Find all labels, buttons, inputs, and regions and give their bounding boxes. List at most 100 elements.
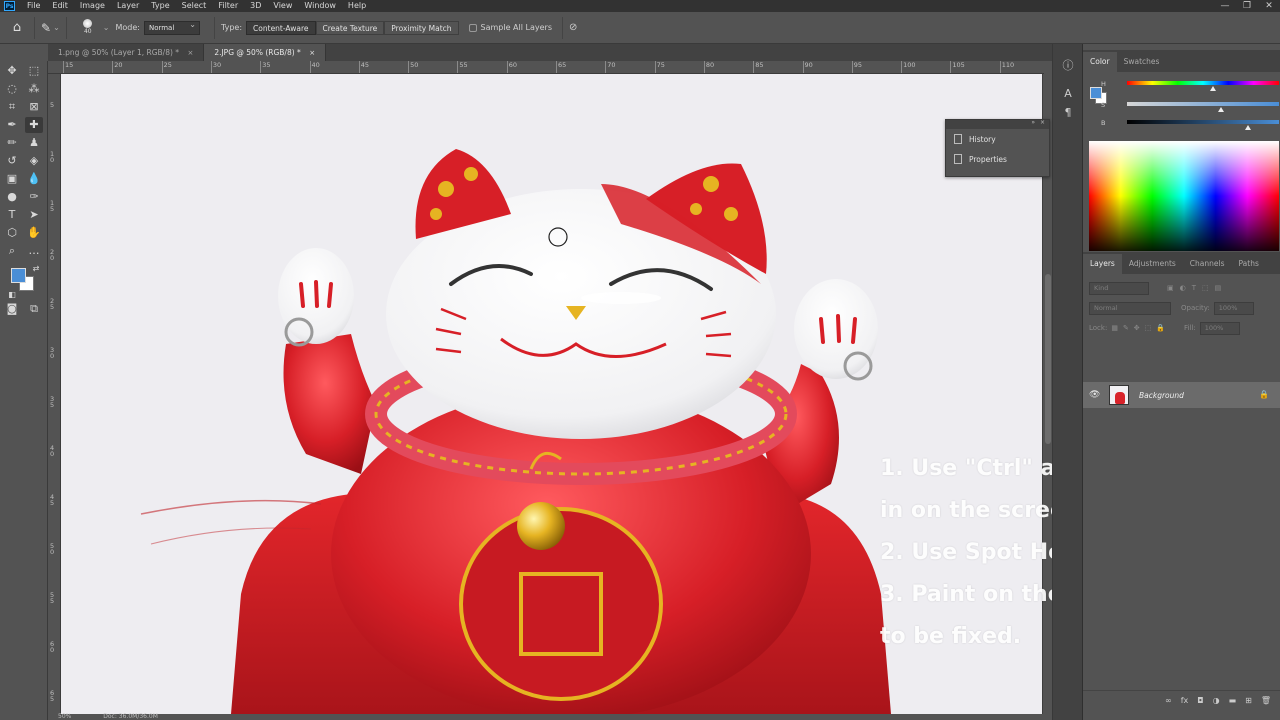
hue-slider[interactable]: H [1101, 80, 1280, 91]
mode-select[interactable]: Normal [143, 19, 200, 35]
spot-healing-brush-tool-icon[interactable]: ✚ [25, 117, 43, 133]
type-tool-icon[interactable]: T [3, 207, 21, 223]
menu-image[interactable]: Image [74, 0, 111, 12]
crop-tool-icon[interactable]: ⌗ [3, 99, 21, 115]
link-layers-icon[interactable]: ∞ [1165, 696, 1172, 705]
adjustment-layer-icon[interactable]: ◑ [1213, 696, 1220, 705]
tab-document-2[interactable]: 2.JPG @ 50% (RGB/8) * × [204, 44, 327, 61]
path-selection-tool-icon[interactable]: ➤ [25, 207, 43, 223]
menu-view[interactable]: View [267, 0, 298, 12]
hue-track[interactable] [1127, 81, 1279, 85]
new-group-icon[interactable]: ▬ [1229, 696, 1237, 705]
saturation-thumb[interactable] [1218, 107, 1224, 112]
delete-layer-icon[interactable]: 🗑 [1261, 696, 1271, 705]
pen-tool-icon[interactable]: ✑ [25, 189, 43, 205]
blur-tool-icon[interactable]: 💧 [25, 171, 43, 187]
type-content-aware-button[interactable]: Content-Aware [246, 20, 316, 35]
collapse-panel-icon[interactable]: » [1031, 119, 1035, 126]
layer-name[interactable]: Background [1139, 391, 1184, 400]
dodge-tool-icon[interactable]: ● [3, 189, 21, 205]
fill-field[interactable]: 100% [1199, 321, 1240, 335]
eyedropper-tool-icon[interactable]: ✒ [3, 117, 21, 133]
saturation-slider[interactable]: S [1101, 101, 1280, 112]
menu-edit[interactable]: Edit [46, 0, 74, 12]
doc-size[interactable]: Doc: 36.0M/36.0M [103, 713, 158, 720]
brush-preset-picker[interactable]: 40 [77, 16, 99, 40]
close-window-button[interactable]: ✕ [1258, 0, 1280, 12]
shape-tool-icon[interactable]: ⬡ [3, 225, 21, 241]
menu-file[interactable]: File [21, 0, 46, 12]
brightness-thumb[interactable] [1245, 125, 1251, 130]
menu-layer[interactable]: Layer [111, 0, 145, 12]
kind-filter-select[interactable]: Kind [1089, 281, 1149, 295]
sample-all-layers-checkbox[interactable] [468, 23, 477, 32]
tab-channels[interactable]: Channels [1183, 254, 1232, 274]
horizontal-ruler[interactable]: 15 20 25 30 35 40 45 50 55 60 65 70 75 80 85 90 95 100 105… [60, 61, 1044, 74]
zoom-level[interactable]: 50% [58, 713, 71, 720]
tab-layers[interactable]: Layers [1083, 254, 1122, 274]
history-brush-tool-icon[interactable]: ↺ [3, 153, 21, 169]
brightness-track[interactable] [1127, 120, 1279, 124]
marquee-tool-icon[interactable]: ⬚ [25, 63, 43, 79]
layer-style-icon[interactable]: fx [1181, 696, 1189, 705]
tab-paths[interactable]: Paths [1232, 254, 1266, 274]
menu-window[interactable]: Window [298, 0, 342, 12]
add-mask-icon[interactable]: ◘ [1197, 696, 1203, 705]
menu-help[interactable]: Help [342, 0, 372, 12]
hue-thumb[interactable] [1210, 86, 1216, 91]
close-tab-icon[interactable]: × [187, 49, 193, 57]
minimize-button[interactable]: — [1214, 0, 1236, 12]
clone-stamp-tool-icon[interactable]: ♟ [25, 135, 43, 151]
lasso-tool-icon[interactable]: ◌ [3, 81, 21, 97]
tab-swatches[interactable]: Swatches [1117, 52, 1167, 72]
brightness-slider[interactable]: B [1101, 119, 1280, 130]
eraser-tool-icon[interactable]: ◈ [25, 153, 43, 169]
type-proximity-match-button[interactable]: Proximity Match [384, 20, 459, 35]
new-layer-icon[interactable]: ⊞ [1245, 696, 1252, 705]
menu-type[interactable]: Type [145, 0, 175, 12]
more-tools-icon[interactable]: … [25, 243, 43, 259]
character-icon[interactable]: A [1061, 87, 1075, 101]
layer-row-background[interactable]: 👁 Background 🔒 [1083, 382, 1280, 408]
blend-mode-select[interactable]: Normal [1089, 301, 1171, 315]
frame-tool-icon[interactable]: ⊠ [25, 99, 43, 115]
maximize-button[interactable]: ❐ [1236, 0, 1258, 12]
quick-mask-icon[interactable]: ◙ [3, 301, 21, 317]
type-create-texture-button[interactable]: Create Texture [315, 20, 385, 35]
menu-3d[interactable]: 3D [244, 0, 267, 12]
gradient-tool-icon[interactable]: ▣ [3, 171, 21, 187]
close-tab-icon[interactable]: × [309, 49, 315, 57]
tab-adjustments[interactable]: Adjustments [1122, 254, 1183, 274]
magic-wand-tool-icon[interactable]: ⁂ [25, 81, 43, 97]
move-tool-icon[interactable]: ✥ [3, 63, 21, 79]
vertical-ruler[interactable]: 5 1 0 1 5 2 0 2 5 3 0 3 5 4 0 4 5 5 0 5 5 6 0 6 5 [48, 74, 61, 714]
foreground-color-swatch[interactable] [11, 268, 26, 283]
hand-tool-icon[interactable]: ✋ [25, 225, 43, 241]
swap-colors-icon[interactable]: ⇄ [27, 261, 45, 277]
saturation-track[interactable] [1127, 102, 1279, 106]
visibility-eye-icon[interactable]: 👁 [1089, 390, 1105, 400]
spot-healing-brush-icon[interactable]: ✎ [41, 21, 51, 35]
info-icon[interactable]: ⓘ [1061, 59, 1075, 73]
lock-icons[interactable]: ▦✎✥⬚🔒 [1111, 324, 1170, 332]
zoom-tool-icon[interactable]: ⌕ [3, 243, 21, 259]
opacity-field[interactable]: 100% [1213, 301, 1254, 315]
menu-select[interactable]: Select [176, 0, 213, 12]
paragraph-icon[interactable]: ¶ [1061, 106, 1075, 120]
tool-preset-chevron-icon[interactable]: ⌄ [53, 23, 60, 32]
pressure-size-icon[interactable]: ⊘ [569, 22, 577, 33]
history-panel-button[interactable]: History [946, 129, 1049, 149]
screen-mode-icon[interactable]: ⧉ [25, 301, 43, 317]
color-spectrum[interactable] [1089, 141, 1279, 251]
close-panel-icon[interactable]: × [1040, 119, 1045, 126]
menu-filter[interactable]: Filter [212, 0, 244, 12]
filter-icons[interactable]: ▣◐T⬚▤ [1167, 284, 1227, 292]
home-icon[interactable]: ⌂ [6, 20, 28, 35]
tab-color[interactable]: Color [1083, 52, 1117, 72]
panel-header[interactable]: » × [946, 119, 1049, 129]
tab-document-1[interactable]: 1.png @ 50% (Layer 1, RGB/8) * × [48, 44, 205, 61]
scrollbar-thumb[interactable] [1045, 274, 1051, 444]
layer-lock-icon[interactable]: 🔒 [1259, 390, 1269, 399]
brush-tool-icon[interactable]: ✏ [3, 135, 21, 151]
brush-chevron-icon[interactable]: ⌄ [103, 23, 110, 32]
